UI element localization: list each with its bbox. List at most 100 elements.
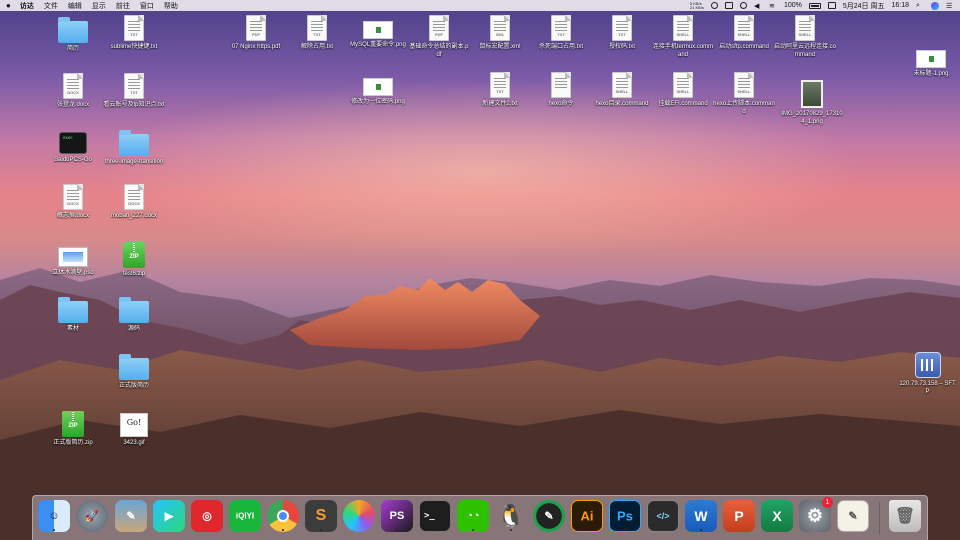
dock-preview[interactable]: ✎ — [115, 500, 147, 532]
desktop-item[interactable]: SHELL hexo上传脚本.command — [709, 72, 779, 116]
desktop-item[interactable]: 简历 — [38, 17, 108, 53]
txt-file-icon: TXT — [490, 72, 510, 98]
siri-icon[interactable] — [931, 1, 939, 10]
desktop-item[interactable]: 120.79.73.158 – SFTP — [895, 352, 960, 396]
menu-edit[interactable]: 编辑 — [68, 1, 82, 11]
desktop-item[interactable]: TXT 新建文件2.txt — [465, 72, 535, 108]
menu-view[interactable]: 显示 — [92, 1, 106, 11]
cloud-icon[interactable] — [724, 2, 733, 9]
item-label: 3423.gif — [123, 440, 145, 446]
desktop-item[interactable]: 立体水滴壁.psd — [38, 243, 108, 277]
desktop-item[interactable]: SHELL 连接手机termux.command — [648, 15, 718, 59]
dock-finder[interactable]: ☺ — [38, 500, 70, 532]
desktop-item[interactable]: SHELL 启动阿里云远程连接.command — [770, 15, 840, 59]
menu-finder[interactable]: 访达 — [20, 1, 34, 11]
menu-window[interactable]: 窗口 — [140, 1, 154, 11]
item-label: test6.zip — [122, 271, 146, 277]
wechat-icon: ◔◔ — [466, 510, 480, 522]
desktop-item[interactable]: SHELL 挂载EFI.command — [648, 72, 718, 108]
desktop-item[interactable]: TXT 授权码.txt — [587, 15, 657, 51]
apple-menu-icon[interactable]: ● — [6, 1, 11, 10]
item-label: 鼠标宏配置.xml — [479, 44, 521, 50]
desktop-item[interactable]: DOCX moban_227.docx — [99, 184, 169, 220]
menu-go[interactable]: 前往 — [116, 1, 130, 11]
xml-file-icon: XML — [490, 15, 510, 41]
menubar-date[interactable]: 5月24日 周五 — [843, 1, 885, 11]
battery-percent[interactable]: 100% — [784, 2, 802, 9]
menu-help[interactable]: 帮助 — [164, 1, 178, 11]
desktop-item[interactable]: hexo命令 — [526, 72, 596, 108]
dock-chrome[interactable] — [267, 500, 299, 532]
desktop-item[interactable]: XML 鼠标宏配置.xml — [465, 15, 535, 51]
clock-icon[interactable] — [739, 2, 747, 9]
pdf-file-icon: PDF — [429, 15, 449, 41]
desktop-item[interactable]: 未标题-1.png — [901, 44, 960, 78]
desktop-item[interactable]: PDF 基础命令总结的副本.pdf — [404, 15, 474, 59]
network-speed[interactable]: 5 KB/s 21 KB/s — [690, 1, 704, 10]
pen-icon: ✎ — [544, 510, 554, 523]
item-label: 解除占用.txt — [300, 44, 333, 50]
menu-file[interactable]: 文件 — [44, 1, 58, 11]
desktop-item[interactable]: TXT sublime快捷键.txt — [99, 15, 169, 51]
item-label: 源码 — [127, 326, 140, 332]
desktop-item[interactable]: MySQL重要命令.png — [343, 15, 413, 49]
terminal-exec-icon: exec — [59, 132, 87, 154]
dock-textedit[interactable]: ✎ — [837, 500, 869, 532]
dock-illustrator[interactable]: Ai — [571, 500, 603, 532]
notification-center-icon[interactable]: ☰ — [946, 2, 954, 10]
spotlight-icon[interactable]: ⌕ — [916, 2, 924, 9]
desktop-item[interactable]: DOCX 张登龙.docx — [38, 73, 108, 109]
desktop-item[interactable]: ZIP 正式版简历.zip — [38, 411, 108, 447]
dock-colorful-app[interactable] — [343, 500, 375, 532]
battery-icon[interactable] — [808, 2, 821, 9]
dock-qq[interactable]: 🐧 — [495, 500, 527, 532]
desktop-item[interactable]: Go! 3423.gif — [99, 411, 169, 447]
word-icon: W — [694, 508, 708, 524]
dock-netease-music[interactable]: ◎ — [191, 500, 223, 532]
zip-file-icon: ZIP — [123, 242, 145, 268]
status-icon[interactable] — [710, 2, 718, 9]
desktop-item[interactable]: DOCX 概志恒.docx — [38, 184, 108, 220]
dock-separator — [879, 502, 880, 534]
preview-icon: ✎ — [126, 510, 136, 523]
desktop-item[interactable]: ZIP test6.zip — [99, 242, 169, 278]
desktop-item[interactable]: SHELL hexo目录.command — [587, 72, 657, 108]
desktop-item[interactable]: 源码 — [99, 297, 169, 333]
dock-word[interactable]: W — [685, 500, 717, 532]
desktop-item[interactable]: PDF 07 Nginx https.pdf — [221, 15, 291, 51]
dock-wechat[interactable]: ◔◔ — [457, 500, 489, 532]
textedit-icon: ✎ — [848, 510, 858, 523]
desktop-item[interactable]: TXT 杀死端口占用.txt — [526, 15, 596, 51]
desktop-item[interactable]: three-image-transition — [99, 130, 169, 166]
desktop-item[interactable]: TXT 解除占用.txt — [282, 15, 352, 51]
desktop-item[interactable]: 素材 — [38, 297, 108, 333]
desktop-item[interactable]: IMG_20170829_173104_1.png — [777, 80, 847, 126]
dock-video-player[interactable]: ▶ — [153, 500, 185, 532]
dock-terminal[interactable]: >_ — [419, 500, 451, 532]
desktop-item[interactable]: SHELL 启动sftp.command — [709, 15, 779, 51]
dock-powerpoint[interactable]: P — [723, 500, 755, 532]
item-label: 挂载EFI.command — [658, 101, 708, 107]
desktop-item[interactable]: TXT 看云账号及tp知识点.txt — [99, 73, 169, 109]
item-label: hexo上传脚本.command — [713, 101, 775, 115]
dock-phpstorm[interactable]: PS — [381, 500, 413, 532]
dock-code-editor[interactable]: </> — [647, 500, 679, 532]
dock-drawing-app[interactable]: ✎ — [533, 500, 565, 532]
txt-file-icon: TXT — [612, 15, 632, 41]
wifi-icon[interactable]: ≋ — [769, 2, 777, 10]
input-method-icon[interactable] — [827, 2, 836, 9]
volume-icon[interactable]: ◀ — [754, 2, 762, 10]
dock-sublime-text[interactable]: S — [305, 500, 337, 532]
desktop-item[interactable]: exec BaiduPCS-Go — [38, 130, 108, 164]
item-label: 立体水滴壁.psd — [52, 270, 94, 276]
dock: ☺ 🚀 ✎ ▶ ◎ iQIYI S PS >_ ◔◔ 🐧 ✎ Ai Ps </>… — [32, 495, 928, 540]
dock-photoshop[interactable]: Ps — [609, 500, 641, 532]
desktop-item[interactable]: 正式版简历 — [99, 354, 169, 390]
dock-iqiyi[interactable]: iQIYI — [229, 500, 261, 532]
dock-excel[interactable]: X — [761, 500, 793, 532]
dock-launchpad[interactable]: 🚀 — [76, 500, 108, 532]
menubar-time[interactable]: 16:18 — [891, 2, 909, 9]
dock-system-preferences[interactable]: ⚙ 1 — [799, 497, 833, 532]
dock-trash[interactable]: 🗑 — [889, 500, 921, 532]
desktop-item[interactable]: 修改为一位密码.png — [343, 72, 413, 106]
